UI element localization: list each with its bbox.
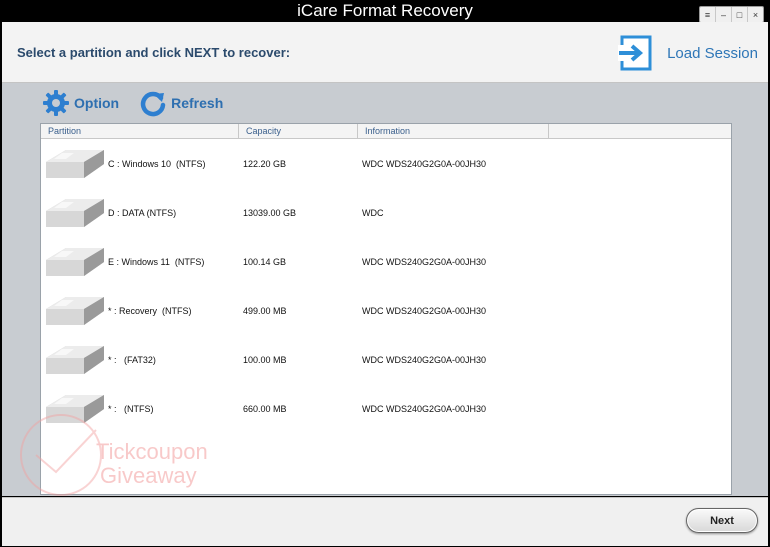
partition-capacity: 13039.00 GB: [243, 208, 297, 218]
partition-capacity: 100.00 MB: [243, 355, 287, 365]
disk-drive-icon: [44, 197, 106, 231]
column-header-partition[interactable]: Partition: [41, 124, 239, 138]
partition-information: WDC WDS240G2G0A-00JH30: [362, 404, 487, 414]
table-row[interactable]: C : Windows 10 (NTFS) 122.20 GB WDC WDS2…: [41, 139, 731, 188]
partition-information: WDC WDS240G2G0A-00JH30: [362, 257, 487, 267]
watermark-check-icon: [20, 414, 102, 496]
watermark: Tickcoupon Giveaway: [16, 410, 236, 500]
partition-capacity: 660.00 MB: [243, 404, 287, 414]
title-bar[interactable]: iCare Format Recovery ≡ – □ ×: [0, 0, 770, 23]
window-controls: ≡ – □ ×: [699, 6, 764, 23]
partition-name: D : DATA (NTFS): [108, 208, 177, 218]
close-icon[interactable]: ×: [748, 7, 763, 22]
header-panel: Select a partition and click NEXT to rec…: [2, 22, 768, 83]
partition-information: WDC WDS240G2G0A-00JH30: [362, 306, 487, 316]
watermark-line-2: Giveaway: [100, 463, 197, 488]
table-row[interactable]: * : Recovery (NTFS) 499.00 MB WDC WDS240…: [41, 286, 731, 335]
table-row[interactable]: E : Windows 11 (NTFS) 100.14 GB WDC WDS2…: [41, 237, 731, 286]
app-window: iCare Format Recovery ≡ – □ × Select a p…: [0, 0, 770, 547]
option-button[interactable]: Option: [42, 89, 119, 117]
table-row[interactable]: D : DATA (NTFS) 13039.00 GB WDC: [41, 188, 731, 237]
column-header-capacity[interactable]: Capacity: [239, 124, 358, 138]
window-title: iCare Format Recovery: [297, 1, 473, 20]
partition-name: * : (FAT32): [108, 355, 156, 365]
load-session-button[interactable]: Load Session: [616, 35, 758, 71]
partition-name: C : Windows 10 (NTFS): [108, 159, 206, 169]
column-header-information[interactable]: Information: [358, 124, 549, 138]
partition-capacity: 122.20 GB: [243, 159, 287, 169]
table-header: Partition Capacity Information: [41, 124, 731, 139]
refresh-icon: [140, 91, 166, 117]
load-session-icon: [618, 35, 652, 71]
load-session-label: Load Session: [667, 44, 758, 62]
table-row[interactable]: * : (FAT32) 100.00 MB WDC WDS240G2G0A-00…: [41, 335, 731, 384]
menu-icon[interactable]: ≡: [700, 7, 716, 22]
refresh-button[interactable]: Refresh: [139, 89, 223, 117]
refresh-label: Refresh: [171, 95, 224, 111]
option-label: Option: [74, 95, 120, 111]
watermark-line-1: Tickcoupon: [96, 439, 208, 464]
gear-icon: [43, 90, 69, 116]
partition-name: E : Windows 11 (NTFS): [108, 257, 205, 267]
disk-drive-icon: [44, 246, 106, 280]
disk-drive-icon: [44, 295, 106, 329]
partition-capacity: 499.00 MB: [243, 306, 287, 316]
partition-capacity: 100.14 GB: [243, 257, 287, 267]
disk-drive-icon: [44, 148, 106, 182]
partition-information: WDC: [362, 208, 384, 218]
next-button[interactable]: Next: [686, 508, 758, 533]
watermark-text: Tickcoupon Giveaway: [96, 440, 208, 488]
maximize-icon[interactable]: □: [732, 7, 748, 22]
toolbar: Option Refresh: [42, 89, 243, 117]
partition-name: * : Recovery (NTFS): [108, 306, 192, 316]
minimize-icon[interactable]: –: [716, 7, 732, 22]
instruction-text: Select a partition and click NEXT to rec…: [17, 45, 291, 60]
footer-panel: Next: [2, 497, 768, 546]
partition-information: WDC WDS240G2G0A-00JH30: [362, 355, 487, 365]
partition-information: WDC WDS240G2G0A-00JH30: [362, 159, 487, 169]
disk-drive-icon: [44, 344, 106, 378]
